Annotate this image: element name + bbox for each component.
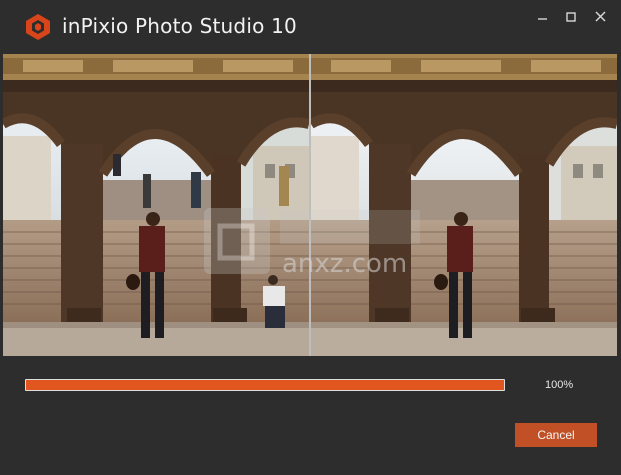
progress-bar (25, 379, 505, 391)
app-logo-icon (24, 13, 52, 41)
watermark: anxz.com (200, 196, 430, 286)
progress-fill (26, 380, 504, 390)
maximize-button[interactable] (560, 8, 582, 28)
maximize-icon (566, 12, 576, 22)
cancel-button[interactable]: Cancel (515, 423, 597, 447)
window-title: inPixio Photo Studio 10 (62, 14, 297, 38)
close-button[interactable] (590, 8, 612, 28)
minimize-button[interactable] (532, 8, 554, 28)
close-icon (595, 11, 606, 22)
minimize-icon (538, 18, 547, 20)
watermark-text: anxz.com (282, 249, 407, 279)
title-bar: inPixio Photo Studio 10 (0, 0, 621, 50)
progress-percent: 100% (545, 379, 574, 391)
